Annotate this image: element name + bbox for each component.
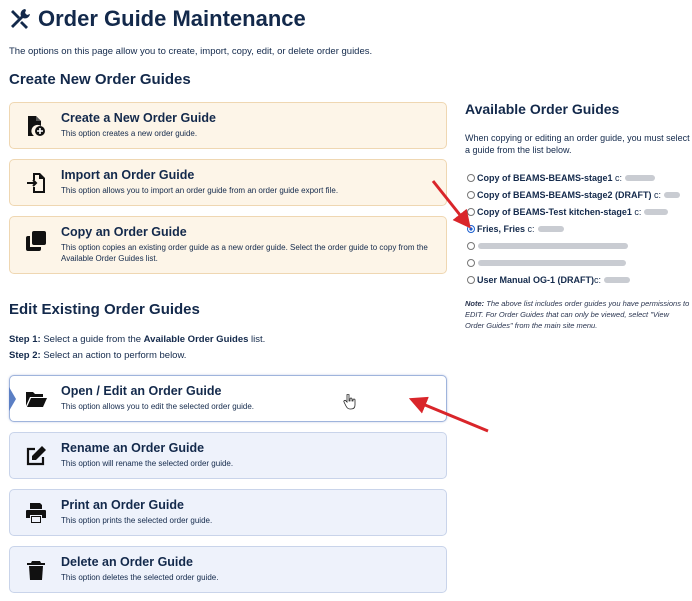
redacted-text <box>478 243 628 249</box>
edit-icon <box>26 446 46 466</box>
redacted-text <box>664 192 681 198</box>
redacted-text <box>604 277 631 283</box>
radio-button[interactable] <box>467 242 475 250</box>
redacted-text <box>537 226 564 232</box>
copy-icon <box>26 231 46 251</box>
guide-suffix: c: <box>654 190 662 200</box>
active-card-marker <box>9 387 16 411</box>
page-title-row: Order Guide Maintenance <box>8 4 306 34</box>
guide-name: Copy of BEAMS-BEAMS-stage2 (DRAFT) <box>477 190 652 200</box>
permissions-note: Note: The above list includes order guid… <box>465 298 690 331</box>
card-title: Create a New Order Guide <box>61 111 216 125</box>
guide-suffix: c: <box>615 173 623 183</box>
card-description: This option creates a new order guide. <box>61 129 198 138</box>
guide-suffix: c: <box>594 275 602 285</box>
step-1-bold: Available Order Guides <box>143 334 249 345</box>
guide-suffix: c: <box>527 224 535 234</box>
card-description: This option allows you to edit the selec… <box>61 402 255 411</box>
radio-button-selected[interactable] <box>467 225 475 233</box>
new-file-icon <box>28 116 45 136</box>
card-description: This option will rename the selected ord… <box>61 459 234 468</box>
radio-button[interactable] <box>467 174 475 182</box>
guide-name: Copy of BEAMS-Test kitchen-stage1 <box>477 207 632 217</box>
guide-option[interactable] <box>467 239 628 253</box>
card-description: This option deletes the selected order g… <box>61 573 219 582</box>
intro-text: The options on this page allow you to cr… <box>9 46 373 57</box>
guide-option[interactable]: Copy of BEAMS-BEAMS-stage2 (DRAFT) c: <box>467 188 681 202</box>
guide-option[interactable]: Copy of BEAMS-Test kitchen-stage1 c: <box>467 205 669 219</box>
folder-open-icon <box>26 392 47 407</box>
card-title: Rename an Order Guide <box>61 441 205 455</box>
card-title: Delete an Order Guide <box>61 555 193 569</box>
copy-order-guide-button[interactable]: Copy an Order Guide This option copies a… <box>9 216 447 274</box>
trash-icon <box>27 561 45 580</box>
step-2-label: Step 2: <box>9 350 41 361</box>
radio-button[interactable] <box>467 208 475 216</box>
guide-option[interactable]: Copy of BEAMS-BEAMS-stage1 c: <box>467 171 656 185</box>
guide-option-selected[interactable]: Fries, Fries c: <box>467 222 564 236</box>
card-description: This option allows you to import an orde… <box>61 186 339 195</box>
print-icon <box>26 503 46 523</box>
hand-cursor-icon <box>343 394 356 410</box>
redacted-text <box>478 260 626 266</box>
delete-order-guide-button[interactable]: Delete an Order Guide This option delete… <box>9 546 447 593</box>
step-2-text: Step 2: Select an action to perform belo… <box>9 350 186 361</box>
page-title: Order Guide Maintenance <box>38 6 306 31</box>
step-1-label: Step 1: <box>9 334 41 345</box>
note-text: The above list includes order guides you… <box>465 299 690 330</box>
card-description: This option prints the selected order gu… <box>61 516 213 525</box>
redacted-text <box>625 175 656 181</box>
card-title: Open / Edit an Order Guide <box>61 384 222 398</box>
print-order-guide-button[interactable]: Print an Order Guide This option prints … <box>9 489 447 536</box>
edit-section-heading: Edit Existing Order Guides <box>9 301 200 318</box>
guide-option[interactable]: User Manual OG-1 (DRAFT) c: <box>467 273 631 287</box>
radio-button[interactable] <box>467 191 475 199</box>
redacted-text <box>644 209 669 215</box>
card-title: Import an Order Guide <box>61 168 195 182</box>
card-description: This option copies an existing order gui… <box>61 243 428 263</box>
available-guides-description: When copying or editing an order guide, … <box>465 133 690 155</box>
note-label: Note: <box>465 299 485 308</box>
tools-icon <box>11 9 30 29</box>
create-order-guide-button[interactable]: Create a New Order Guide This option cre… <box>9 102 447 149</box>
create-section-heading: Create New Order Guides <box>9 71 191 88</box>
radio-button[interactable] <box>467 276 475 284</box>
open-edit-order-guide-button[interactable]: Open / Edit an Order Guide This option a… <box>9 375 447 422</box>
guide-name: Fries, Fries <box>477 224 526 234</box>
rename-order-guide-button[interactable]: Rename an Order Guide This option will r… <box>9 432 447 479</box>
step-2-body: Select an action to perform below. <box>40 350 187 361</box>
step-1-pre: Select a guide from the <box>40 334 144 345</box>
guide-option[interactable] <box>467 256 626 270</box>
step-1-post: list. <box>248 334 266 345</box>
guide-name: User Manual OG-1 (DRAFT) <box>477 275 595 285</box>
radio-button[interactable] <box>467 259 475 267</box>
step-1-text: Step 1: Select a guide from the Availabl… <box>9 334 265 345</box>
available-guides-heading: Available Order Guides <box>465 101 620 117</box>
card-title: Copy an Order Guide <box>61 225 187 239</box>
guide-suffix: c: <box>634 207 642 217</box>
guide-name: Copy of BEAMS-BEAMS-stage1 <box>477 173 613 183</box>
import-order-guide-button[interactable]: Import an Order Guide This option allows… <box>9 159 447 206</box>
import-icon <box>27 173 45 193</box>
card-title: Print an Order Guide <box>61 498 184 512</box>
